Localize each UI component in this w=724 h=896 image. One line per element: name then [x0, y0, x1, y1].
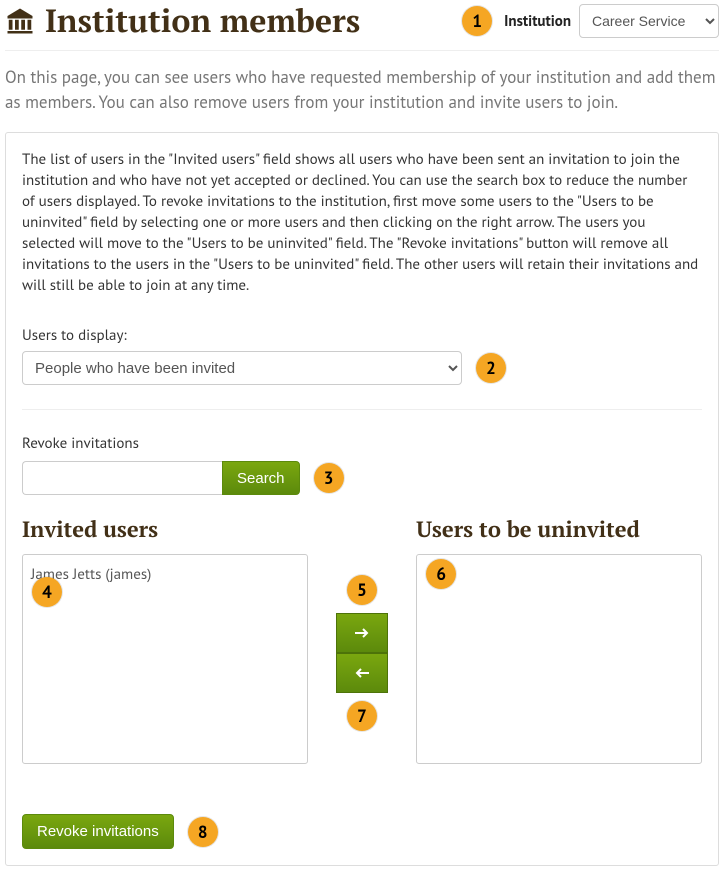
users-to-display-label: Users to display: — [22, 326, 702, 345]
uninvite-users-listbox[interactable] — [416, 554, 702, 764]
uninvite-users-heading: Users to be uninvited — [416, 515, 702, 544]
annotation-8: 8 — [188, 817, 218, 847]
page-title: Institution members — [45, 0, 360, 42]
move-left-button[interactable] — [336, 653, 388, 693]
annotation-1: 1 — [462, 6, 492, 36]
institution-select[interactable]: Career Service — [579, 4, 719, 38]
institution-label: Institution — [504, 12, 571, 31]
list-item[interactable]: James Jetts (james) — [31, 563, 299, 586]
institution-icon — [5, 6, 35, 36]
page-header: Institution members 1 Institution Career… — [5, 0, 719, 51]
invited-users-listbox[interactable]: James Jetts (james) — [22, 554, 308, 764]
annotation-3: 3 — [314, 463, 344, 493]
search-button[interactable]: Search — [222, 461, 300, 495]
annotation-2: 2 — [476, 353, 506, 383]
users-to-display-select[interactable]: People who have been invited — [22, 351, 462, 385]
page-intro: On this page, you can see users who have… — [5, 65, 719, 114]
search-input[interactable] — [22, 461, 222, 495]
revoke-heading: Revoke invitations — [22, 434, 702, 453]
divider — [22, 409, 702, 410]
move-right-button[interactable] — [336, 613, 388, 653]
help-text: The list of users in the "Invited users"… — [22, 149, 702, 296]
main-panel: The list of users in the "Invited users"… — [5, 132, 719, 866]
annotation-5: 5 — [347, 575, 377, 605]
annotation-7: 7 — [347, 701, 377, 731]
revoke-invitations-button[interactable]: Revoke invitations — [22, 814, 174, 849]
arrow-left-icon — [353, 663, 371, 684]
arrow-right-icon — [353, 623, 371, 644]
invited-users-heading: Invited users — [22, 515, 308, 544]
